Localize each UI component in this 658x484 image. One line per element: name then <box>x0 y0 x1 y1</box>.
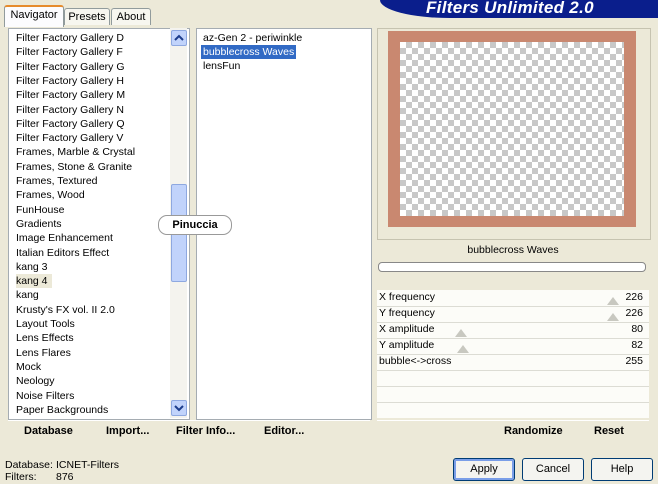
category-item[interactable]: Filter Factory Gallery N <box>16 103 124 117</box>
watermark-label: Pinuccia <box>158 215 232 235</box>
help-button[interactable]: Help <box>591 458 653 481</box>
editor-button[interactable]: Editor... <box>264 425 304 437</box>
param-label: Y frequency <box>379 307 435 319</box>
category-item[interactable]: Filter Factory Gallery V <box>16 131 123 145</box>
database-label: Database: <box>5 459 53 471</box>
randomize-button[interactable]: Randomize <box>504 425 563 437</box>
database-button[interactable]: Database <box>24 425 73 437</box>
apply-button[interactable]: Apply <box>453 458 515 481</box>
param-row[interactable]: X frequency 226 <box>377 290 649 307</box>
param-row[interactable]: X amplitude 80 <box>377 322 649 339</box>
category-item[interactable]: Frames, Wood <box>16 188 85 202</box>
category-item[interactable]: Lens Flares <box>16 346 71 360</box>
cancel-button[interactable]: Cancel <box>522 458 584 481</box>
category-item[interactable]: Neology <box>16 374 55 388</box>
category-item[interactable]: Gradients <box>16 217 62 231</box>
param-label: bubble<->cross <box>379 355 452 367</box>
import-button[interactable]: Import... <box>106 425 149 437</box>
filter-item-selected[interactable]: bubblecross Waves <box>201 45 297 59</box>
category-item[interactable]: Lens Effects <box>16 331 74 345</box>
reset-button[interactable]: Reset <box>594 425 624 437</box>
param-row-empty <box>377 370 649 387</box>
category-item[interactable]: Layout Tools <box>16 317 75 331</box>
database-value: ICNET-Filters <box>56 459 119 471</box>
category-item[interactable]: Italian Editors Effect <box>16 246 109 260</box>
param-value: 226 <box>625 307 643 319</box>
param-label: X frequency <box>379 291 436 303</box>
category-item[interactable]: kang 3 <box>16 260 48 274</box>
chevron-down-icon <box>174 405 184 412</box>
parameter-panel: X frequency 226 Y frequency 226 X amplit… <box>377 290 649 418</box>
slider-handle[interactable] <box>607 313 619 321</box>
param-row[interactable]: bubble<->cross 255 <box>377 354 649 371</box>
preview-image <box>400 42 624 216</box>
category-item[interactable]: Filter Factory Gallery F <box>16 45 123 59</box>
slider-handle[interactable] <box>455 329 467 337</box>
param-value: 255 <box>625 355 643 367</box>
scroll-up-button[interactable] <box>171 30 187 46</box>
category-item[interactable]: Frames, Textured <box>16 174 98 188</box>
category-item[interactable]: Frames, Stone & Granite <box>16 160 132 174</box>
param-row-empty <box>377 402 649 418</box>
category-item[interactable]: Filter Factory Gallery D <box>16 31 124 45</box>
category-item[interactable]: kang <box>16 288 39 302</box>
filter-item[interactable]: az-Gen 2 - periwinkle <box>201 31 304 45</box>
category-item[interactable]: Filter Factory Gallery H <box>16 74 124 88</box>
chevron-up-icon <box>174 34 184 41</box>
category-item[interactable]: Filter Factory Gallery Q <box>16 117 125 131</box>
category-item[interactable]: Krusty's FX vol. II 2.0 <box>16 303 115 317</box>
param-label: X amplitude <box>379 323 435 335</box>
scroll-down-button[interactable] <box>171 400 187 416</box>
param-value: 82 <box>631 339 643 351</box>
category-item[interactable]: Mock <box>16 360 41 374</box>
progress-bar <box>378 262 646 272</box>
category-item[interactable]: Filter Factory Gallery G <box>16 60 125 74</box>
app-title: Filters Unlimited 2.0 <box>426 0 594 17</box>
param-value: 80 <box>631 323 643 335</box>
category-item[interactable]: Paper Backgrounds <box>16 403 108 417</box>
slider-handle[interactable] <box>457 345 469 353</box>
filters-count-label: Filters: <box>5 471 37 483</box>
category-item[interactable]: Filter Factory Gallery M <box>16 88 125 102</box>
filters-count-value: 876 <box>56 471 74 483</box>
tab-presets[interactable]: Presets <box>64 8 110 25</box>
preview-filter-name: bubblecross Waves <box>467 244 559 256</box>
category-item[interactable]: Image Enhancement <box>16 231 113 245</box>
category-item[interactable]: Frames, Marble & Crystal <box>16 145 135 159</box>
slider-handle[interactable] <box>607 297 619 305</box>
filter-info-button[interactable]: Filter Info... <box>176 425 235 437</box>
param-value: 226 <box>625 291 643 303</box>
category-item[interactable]: FunHouse <box>16 203 64 217</box>
param-row[interactable]: Y frequency 226 <box>377 306 649 323</box>
param-label: Y amplitude <box>379 339 435 351</box>
tab-navigator[interactable]: Navigator <box>4 5 64 27</box>
filter-item[interactable]: lensFun <box>201 59 242 73</box>
param-row[interactable]: Y amplitude 82 <box>377 338 649 355</box>
category-item[interactable]: Noise Filters <box>16 389 74 403</box>
category-item-selected[interactable]: kang 4 <box>16 274 52 289</box>
tab-about[interactable]: About <box>111 8 151 25</box>
param-row-empty <box>377 386 649 403</box>
